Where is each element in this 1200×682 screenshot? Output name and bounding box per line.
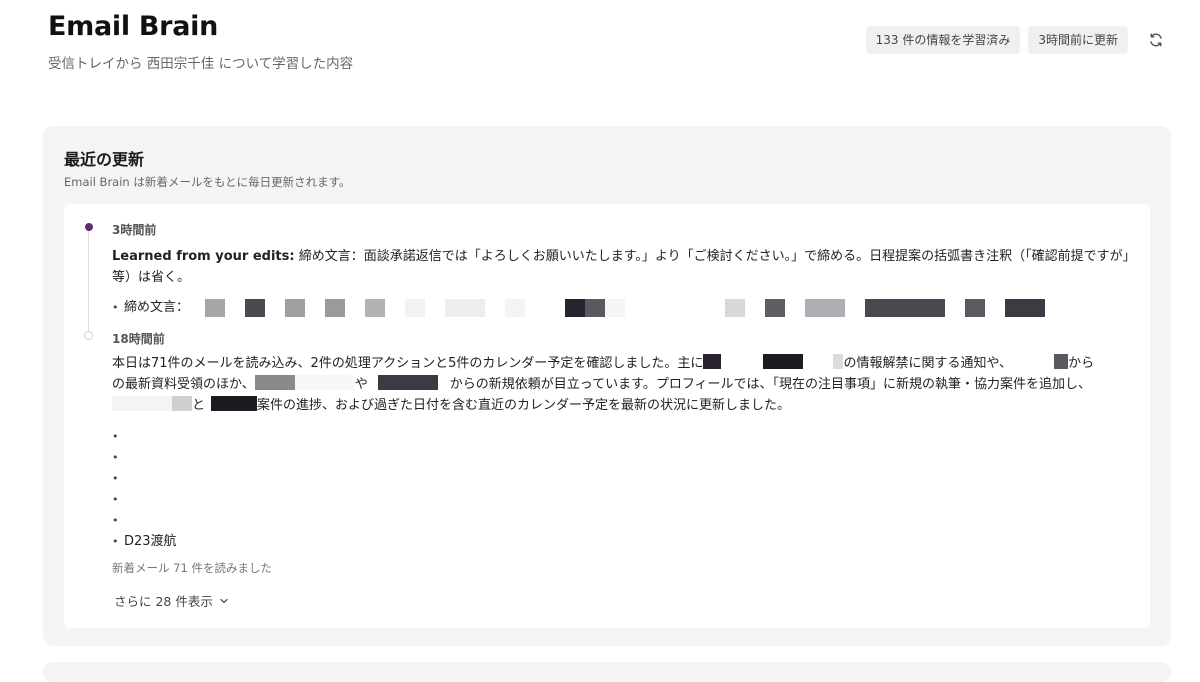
- timeline-dot-active: [85, 223, 93, 231]
- list-item: • D23渡航: [112, 531, 1132, 552]
- entry-footer: 新着メール 71 件を読みました: [112, 561, 272, 575]
- panel-title: 最近の更新: [64, 150, 145, 169]
- refresh-button[interactable]: [1142, 26, 1170, 54]
- redacted-content: [211, 396, 258, 411]
- entry-text: Learned from your edits: 締め文言：面談承諾返信では「よ…: [112, 246, 1132, 288]
- refresh-icon: [1150, 33, 1162, 47]
- list-item: • 締め文言：: [112, 297, 1132, 318]
- header-actions: 133 件の情報を学習済み 3時間前に更新: [865, 26, 1170, 54]
- show-more-button[interactable]: さらに 28 件表示: [114, 591, 229, 610]
- redacted-content: [197, 298, 1046, 317]
- entry-body: 本日は71件のメールを読み込み、2件の処理アクションと5件のカレンダー予定を確認…: [112, 356, 704, 371]
- learned-count-badge: 133 件の情報を学習済み: [865, 26, 1021, 54]
- panel-description: Email Brain は新着メールをもとに毎日更新されます。: [64, 175, 351, 189]
- redacted-content: [703, 354, 722, 369]
- list-item: •: [112, 493, 119, 506]
- chevron-down-icon: [220, 598, 228, 603]
- entry-body: の情報解禁に関する通知や、: [843, 356, 1013, 371]
- next-panel: [43, 662, 1171, 682]
- entry-body: 案件の進捗、および過ぎた日付を含む直近のカレンダー予定を最新の状況に更新しました…: [257, 398, 791, 413]
- page-subtitle: 受信トレイから 西田宗千佳 について学習した内容: [48, 56, 354, 72]
- redacted-content: [112, 396, 172, 411]
- updates-card: 3時間前 Learned from your edits: 締め文言：面談承諾返…: [64, 204, 1150, 628]
- list-item: •: [112, 430, 119, 443]
- redacted-content: [377, 375, 438, 390]
- entry-body: の最新資料受領のほか、: [112, 377, 255, 392]
- entry-time: 3時間前: [112, 223, 157, 237]
- list-item-label: D23渡航: [124, 534, 177, 549]
- bullet-label: 締め文言：: [124, 300, 190, 315]
- list-item: •: [112, 514, 119, 527]
- entry-body: から: [1068, 356, 1095, 371]
- timeline-dot: [84, 331, 93, 340]
- show-more-label: さらに 28 件表示: [114, 594, 213, 609]
- redacted-content: [833, 354, 844, 369]
- list-item: •: [112, 472, 119, 485]
- redacted-content: [254, 375, 295, 390]
- recent-updates-panel: 最近の更新 Email Brain は新着メールをもとに毎日更新されます。 3時…: [43, 126, 1171, 646]
- entry-prefix: Learned from your edits:: [112, 249, 295, 264]
- entry-time: 18時間前: [112, 332, 165, 346]
- redacted-content: [1054, 354, 1069, 369]
- update-entry: 3時間前 Learned from your edits: 締め文言：面談承諾返…: [112, 221, 1132, 318]
- redacted-content: [172, 396, 192, 411]
- list-item: •: [112, 451, 119, 464]
- entry-body: や: [354, 377, 368, 392]
- update-entry: 18時間前 本日は71件のメールを読み込み、2件の処理アクションと5件のカレンダ…: [112, 330, 1132, 576]
- bullet-icon: •: [112, 301, 119, 314]
- page-header: Email Brain 受信トレイから 西田宗千佳 について学習した内容 133…: [48, 10, 1170, 80]
- entry-text: 本日は71件のメールを読み込み、2件の処理アクションと5件のカレンダー予定を確認…: [112, 353, 1132, 416]
- updated-badge: 3時間前に更新: [1028, 26, 1128, 54]
- entry-bullets: • • • • • • D23渡航: [112, 426, 1132, 552]
- timeline-line: [88, 228, 89, 332]
- entry-body: と: [192, 398, 206, 413]
- entry-body: からの新規依頼が目立っています。プロフィールでは、「現在の注目事項」に新規の執筆…: [449, 377, 1092, 392]
- redacted-content: [763, 354, 804, 369]
